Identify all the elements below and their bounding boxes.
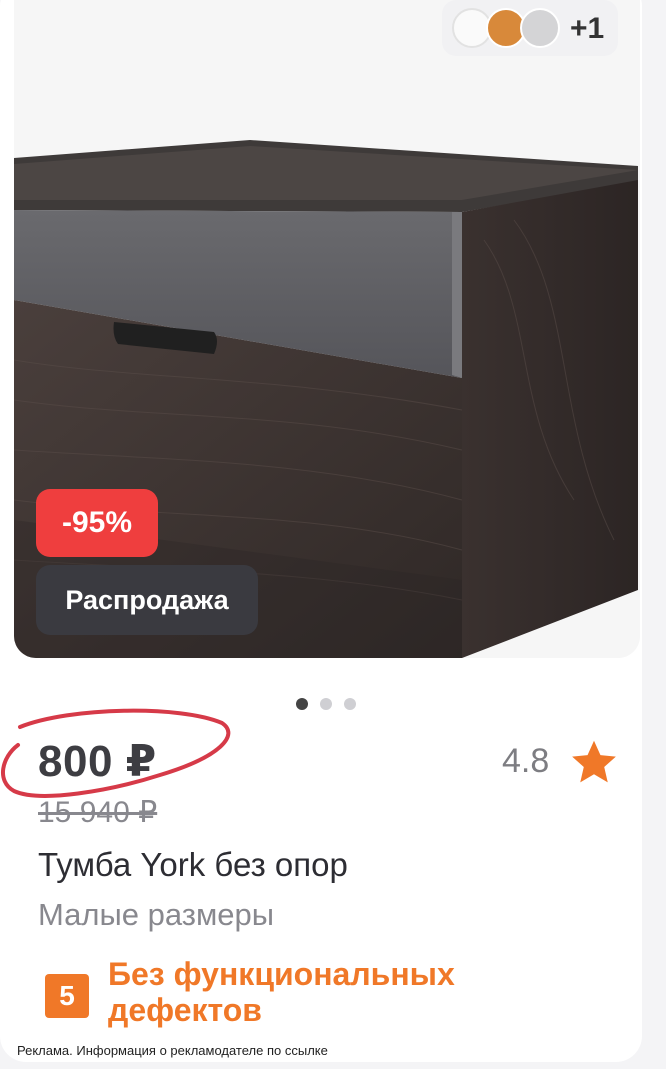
color-swatches[interactable]: +1 bbox=[442, 0, 618, 56]
quality-label: Без функциональных дефектов bbox=[108, 956, 455, 1028]
product-title[interactable]: Тумба York без опор bbox=[38, 846, 348, 884]
sale-badge: Распродажа bbox=[36, 565, 258, 635]
carousel-dot[interactable] bbox=[344, 698, 356, 710]
current-price: 800 ₽ bbox=[38, 737, 157, 786]
swatch-grey[interactable] bbox=[520, 8, 560, 48]
product-subtitle: Малые размеры bbox=[38, 897, 275, 932]
product-image[interactable] bbox=[14, 0, 640, 658]
quality-badge-icon: 5 bbox=[45, 974, 89, 1018]
old-price: 15 940 ₽ bbox=[38, 796, 158, 829]
carousel-dot[interactable] bbox=[296, 698, 308, 710]
rating-value: 4.8 bbox=[502, 742, 550, 780]
nightstand-photo bbox=[14, 0, 640, 658]
ad-disclaimer[interactable]: Реклама. Информация о рекламодателе по с… bbox=[17, 1043, 328, 1058]
star-icon bbox=[572, 740, 616, 783]
more-colors-count[interactable]: +1 bbox=[570, 12, 604, 46]
discount-badge: -95% bbox=[36, 489, 158, 557]
carousel-dot[interactable] bbox=[320, 698, 332, 710]
